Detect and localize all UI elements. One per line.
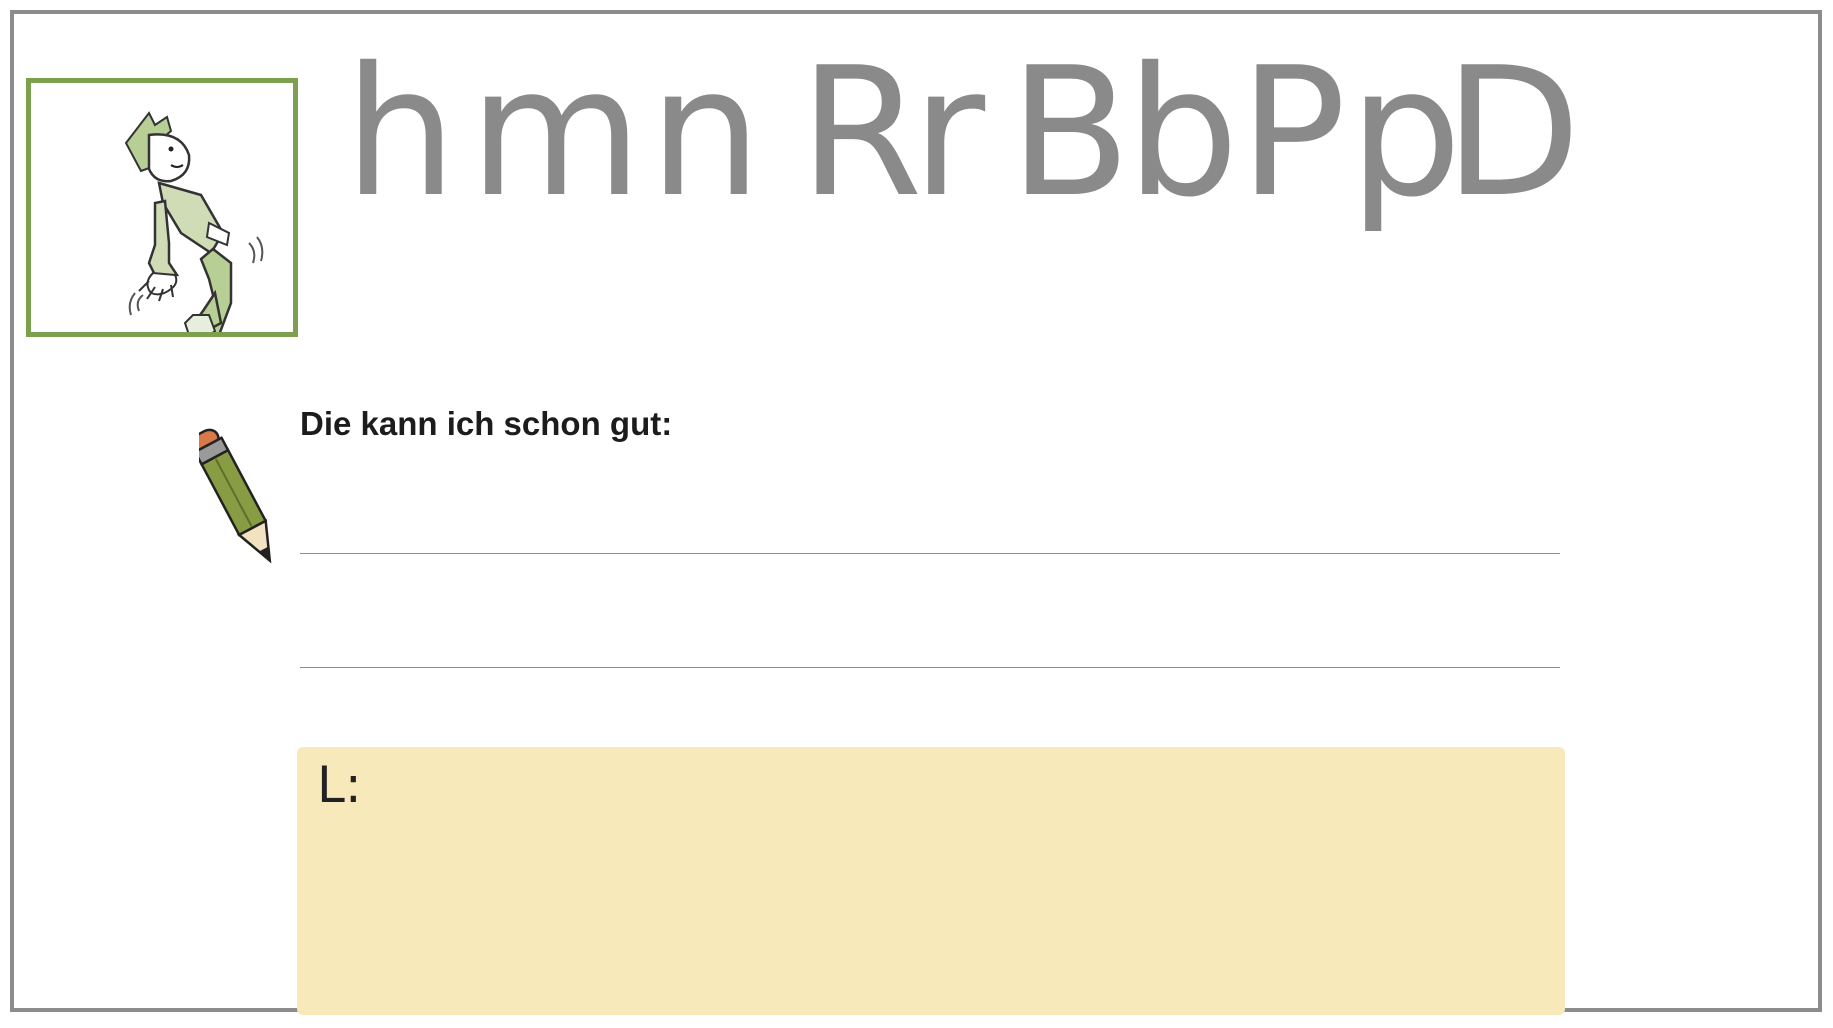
letter-m: m <box>469 29 643 236</box>
letter-b: b <box>1126 29 1239 236</box>
letter-row: h m n R r B b P p D <box>344 44 1644 274</box>
letter-D: D <box>1444 29 1582 236</box>
letter-h: h <box>344 29 457 236</box>
letter-R: R <box>799 29 923 236</box>
writing-line-1[interactable] <box>300 553 1560 554</box>
pencil-icon <box>199 428 272 564</box>
letter-n: n <box>649 29 762 236</box>
teacher-comment-box[interactable]: L: <box>297 747 1565 1015</box>
character-box <box>26 78 298 337</box>
worksheet-page: h m n R r B b P p D Die kann ich schon g… <box>10 10 1822 1015</box>
writing-line-2[interactable] <box>300 667 1560 668</box>
teacher-label: L: <box>317 756 362 814</box>
letter-B: B <box>1009 29 1132 236</box>
letter-r: r <box>912 29 986 236</box>
prompt-text: Die kann ich schon gut: <box>300 405 673 442</box>
letter-P: P <box>1239 29 1347 236</box>
jumping-boy-illustration <box>124 111 264 332</box>
